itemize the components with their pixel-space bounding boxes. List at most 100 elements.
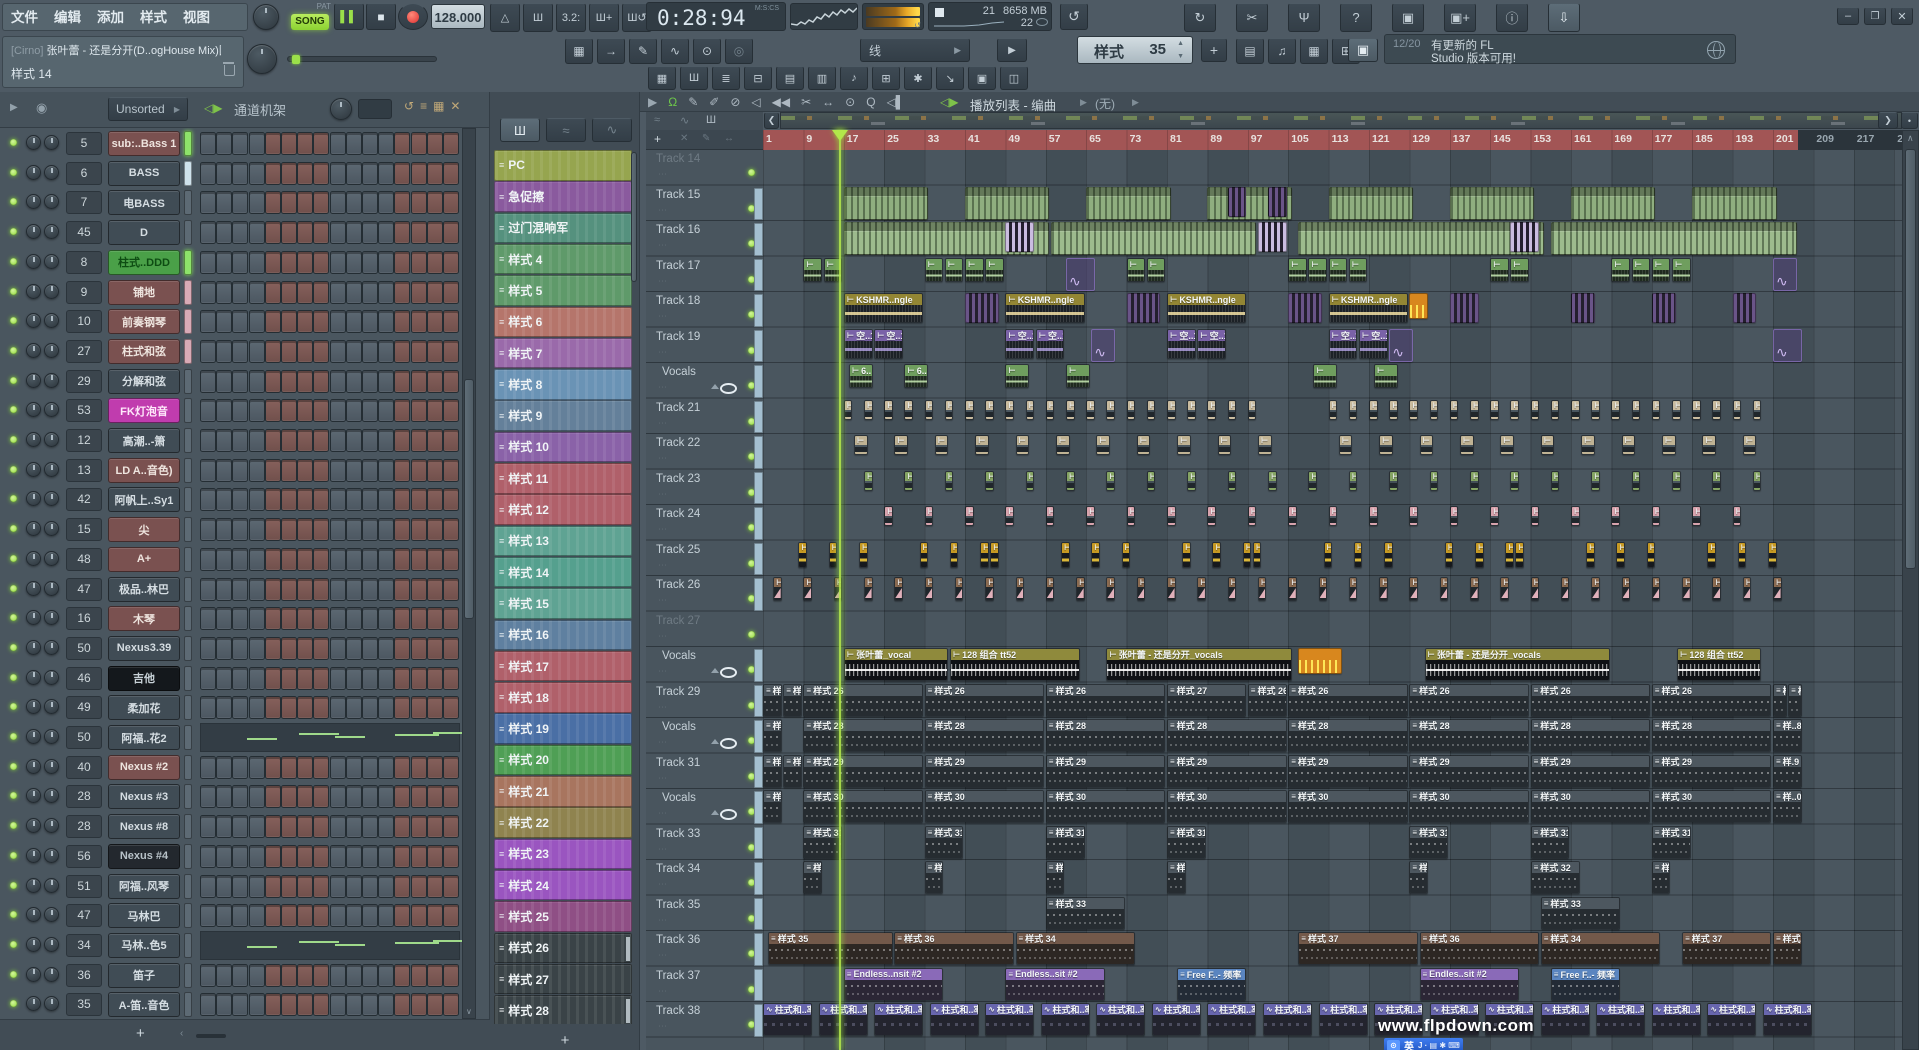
clip-128 组合 tt52[interactable]: ⊢128 组合 tt52 xyxy=(1677,648,1761,681)
channel-number[interactable]: 47 xyxy=(66,904,102,927)
step-button[interactable] xyxy=(330,815,346,838)
track-collapse-icon[interactable] xyxy=(711,384,719,389)
clip[interactable]: ⊢ xyxy=(1207,506,1216,526)
channel-piano-preview[interactable] xyxy=(200,723,460,752)
track-header[interactable]: Vocals⋯ xyxy=(646,718,763,754)
step-button[interactable] xyxy=(265,785,281,808)
step-button[interactable] xyxy=(281,696,297,719)
step-button[interactable] xyxy=(411,875,427,898)
track-color-strip[interactable] xyxy=(754,259,763,292)
clip[interactable]: ⊢ xyxy=(1056,435,1070,455)
step-button[interactable] xyxy=(281,221,297,244)
channel-selector-strip[interactable] xyxy=(184,250,192,275)
step-button[interactable] xyxy=(427,340,443,363)
track-options-dots[interactable]: ⋯ xyxy=(658,560,668,571)
clip[interactable]: ⊢ xyxy=(803,577,812,601)
track-color-strip[interactable] xyxy=(754,649,763,682)
step-button[interactable] xyxy=(281,429,297,452)
step-button[interactable] xyxy=(378,518,394,541)
step-button[interactable] xyxy=(200,993,216,1016)
step-button[interactable] xyxy=(216,607,232,630)
step-button[interactable] xyxy=(216,548,232,571)
step-button[interactable] xyxy=(362,429,378,452)
pattern-item[interactable]: ≡样式 8 xyxy=(494,369,632,400)
step-button[interactable] xyxy=(443,459,459,482)
clip[interactable]: ⊢ xyxy=(925,258,944,282)
channel-number[interactable]: 50 xyxy=(66,726,102,749)
clip[interactable]: ⊢ xyxy=(1066,364,1090,388)
clip-样式 36[interactable]: ≡样式 36 xyxy=(1773,932,1802,965)
clip[interactable]: ⊢ xyxy=(1248,506,1257,526)
clip[interactable]: ⊢ xyxy=(1167,506,1176,526)
clip[interactable]: ∿ xyxy=(1389,329,1413,362)
clip[interactable]: ⊢ xyxy=(1510,400,1519,420)
clip[interactable] xyxy=(1692,187,1776,220)
clip[interactable]: ⊢ xyxy=(1500,577,1509,601)
clip[interactable]: ⊢ xyxy=(1182,542,1191,568)
step-button[interactable] xyxy=(362,281,378,304)
step-button[interactable] xyxy=(297,785,313,808)
clip[interactable]: ⊢ xyxy=(894,577,903,601)
step-button[interactable] xyxy=(394,875,410,898)
clip[interactable]: ⊢ xyxy=(1349,577,1358,601)
track-options-dots[interactable]: ⋯ xyxy=(658,382,668,393)
clip-样式 29[interactable]: ≡样式 29 xyxy=(803,755,923,788)
clip[interactable]: ⊢ xyxy=(859,542,868,568)
step-button[interactable] xyxy=(378,281,394,304)
step-button[interactable] xyxy=(427,221,443,244)
step-button[interactable] xyxy=(200,459,216,482)
step-button[interactable] xyxy=(297,399,313,422)
clip-样式 28[interactable]: ≡样式 28 xyxy=(1409,719,1529,752)
clip[interactable]: ⊢ xyxy=(1379,435,1393,455)
clip[interactable]: ⊢ xyxy=(985,577,994,601)
step-button[interactable] xyxy=(362,785,378,808)
track-name[interactable]: Track 35 xyxy=(656,899,700,911)
track-name[interactable]: Track 15 xyxy=(656,189,700,201)
channel-number[interactable]: 9 xyxy=(66,281,102,304)
clip[interactable]: ⊢ xyxy=(1147,471,1156,491)
clip[interactable]: ⊢ xyxy=(1591,471,1600,491)
clip-样式 37[interactable]: ≡样式 37 xyxy=(1298,932,1418,965)
step-button[interactable] xyxy=(313,548,329,571)
step-button[interactable] xyxy=(297,132,313,155)
channel-led[interactable] xyxy=(10,941,17,948)
clip[interactable]: ⊢ xyxy=(1369,506,1378,526)
track-header[interactable]: Track 24⋯ xyxy=(646,505,763,541)
track-options-dots[interactable]: ⋯ xyxy=(658,986,668,997)
step-button[interactable] xyxy=(232,993,248,1016)
track-color-strip[interactable] xyxy=(754,543,763,576)
channel-led[interactable] xyxy=(10,971,17,978)
step-button[interactable] xyxy=(216,696,232,719)
step-button[interactable] xyxy=(378,370,394,393)
pattern-item[interactable]: ≡样式 14 xyxy=(494,557,632,588)
channel-number[interactable]: 10 xyxy=(66,310,102,333)
step-button[interactable] xyxy=(362,815,378,838)
step-button[interactable] xyxy=(249,281,265,304)
step-button[interactable] xyxy=(394,785,410,808)
step-button[interactable] xyxy=(378,815,394,838)
step-button[interactable] xyxy=(265,221,281,244)
step-button[interactable] xyxy=(330,607,346,630)
step-button[interactable] xyxy=(427,845,443,868)
step-button[interactable] xyxy=(330,785,346,808)
channel-volume-knob[interactable] xyxy=(44,254,59,269)
project-info-button[interactable]: ▣ xyxy=(968,66,996,90)
step-button[interactable] xyxy=(443,370,459,393)
clip-样式 26[interactable]: ≡样式 26 xyxy=(1652,684,1772,717)
channel-led[interactable] xyxy=(10,347,17,354)
step-button[interactable] xyxy=(232,251,248,274)
track-header[interactable]: Track 34⋯ xyxy=(646,860,763,896)
clip-柱式和..率[interactable]: ∿柱式和..率 xyxy=(874,1003,923,1036)
trash-icon[interactable] xyxy=(224,65,235,76)
clip[interactable]: ⊢ xyxy=(1500,435,1514,455)
clip-柱式和..率[interactable]: ∿柱式和..率 xyxy=(1207,1003,1256,1036)
step-button[interactable] xyxy=(265,815,281,838)
clip[interactable]: ⊢ xyxy=(1308,258,1327,282)
step-button[interactable] xyxy=(411,904,427,927)
send-button[interactable]: → xyxy=(597,38,625,64)
clip-柱式和..率[interactable]: ∿柱式和..率 xyxy=(1319,1003,1368,1036)
track-loop-icon[interactable] xyxy=(720,383,737,394)
track-header[interactable]: Track 27⋯ xyxy=(646,612,763,648)
clip-样式 26[interactable]: ≡样式 26 xyxy=(925,684,1045,717)
close-button[interactable]: ✕ xyxy=(1891,7,1913,25)
